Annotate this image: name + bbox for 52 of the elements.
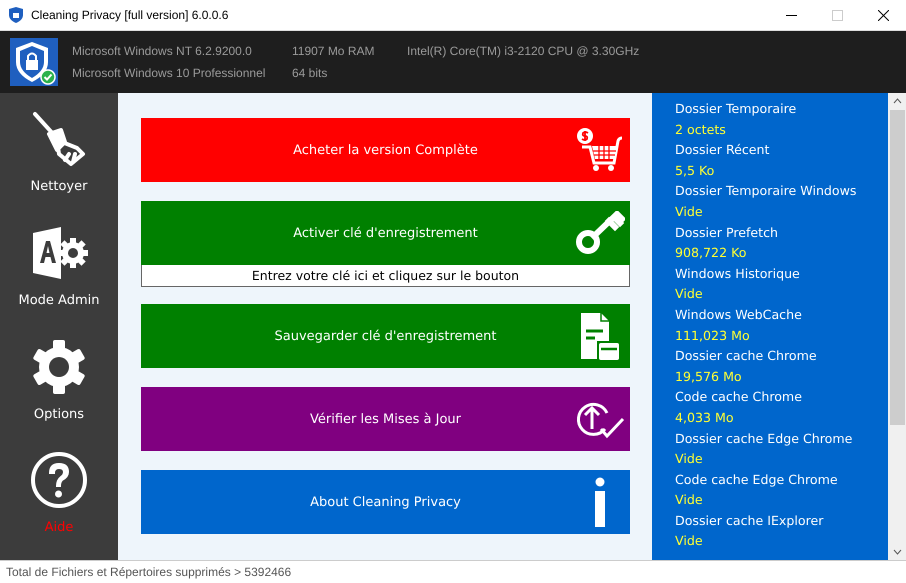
folder-size: Vide — [675, 285, 704, 304]
system-info: 64 bits — [292, 66, 328, 80]
action-button[interactable]: Vérifier les Mises à Jour — [141, 387, 630, 451]
action-button[interactable]: About Cleaning Privacy — [141, 470, 630, 534]
minimize-icon — [786, 14, 796, 16]
folder-name: Windows WebCache — [675, 306, 803, 324]
system-info: 11907 Mo RAM — [292, 44, 376, 58]
window-title: Cleaning Privacy [full version] 6.0.0.6 — [31, 8, 230, 22]
nav-item[interactable]: Options — [0, 332, 118, 446]
nav-item[interactable]: Mode Admin — [0, 218, 118, 332]
folder-name: Dossier Temporaire Windows — [675, 182, 858, 200]
folder-name: Code cache Edge Chrome — [675, 470, 839, 489]
system-info: Intel(R) Core(TM) i3-2120 CPU @ 3.30GHz — [407, 44, 640, 58]
key-icon — [575, 211, 625, 255]
maximize-icon — [832, 10, 842, 20]
close-icon — [878, 10, 888, 20]
help-icon — [30, 451, 88, 510]
folder-size: 19,576 Mo — [675, 368, 743, 386]
settings-icon — [31, 338, 87, 394]
folder-name: Dossier cache Chrome — [675, 347, 818, 366]
folder-name: Dossier cache Edge Chrome — [675, 430, 854, 448]
folder-name: Dossier Prefetch — [675, 224, 780, 242]
folder-size: 2 octets — [675, 120, 727, 139]
action-button[interactable]: Sauvegarder clé d'enregistrement — [141, 304, 630, 368]
folder-name: Dossier Récent — [675, 141, 770, 160]
nav-item[interactable]: Nettoyer — [0, 105, 118, 219]
cart-icon — [576, 127, 624, 173]
folder-name: Dossier Temporaire — [675, 100, 798, 118]
info-icon — [593, 477, 607, 527]
folder-size: 908,722 Ko — [675, 244, 748, 262]
folder-size: Vide — [675, 491, 704, 510]
document-icon — [579, 311, 621, 361]
folder-name: Dossier cache IExplorer — [675, 512, 824, 530]
folder-size: 111,023 Mo — [675, 326, 751, 345]
shield-icon — [9, 7, 23, 23]
folder-size: Vide — [675, 532, 704, 550]
scrollbar-thumb[interactable] — [890, 110, 904, 425]
folder-size: 4,033 Mo — [675, 408, 735, 427]
action-button[interactable]: Acheter la version Complète — [141, 118, 630, 182]
status-text: Total de Fichiers et Répertoires supprimés > 5392466 — [6, 565, 292, 579]
scrollbar[interactable] — [888, 93, 906, 560]
folder-name: Windows Historique — [675, 264, 801, 283]
system-info: Microsoft Windows NT 6.2.9200.0 — [72, 44, 253, 58]
key-input-field[interactable]: Entrez votre clé ici et cliquez sur le bouton — [141, 265, 630, 287]
folder-size: Vide — [675, 450, 704, 468]
shield-lock-icon — [10, 38, 58, 86]
broom-icon — [31, 110, 87, 168]
system-info: Microsoft Windows 10 Professionnel — [72, 66, 266, 80]
folder-size: 5,5 Ko — [675, 162, 716, 180]
folder-size: Vide — [675, 202, 704, 221]
folder-name: Code cache Chrome — [675, 388, 803, 406]
action-button[interactable]: Activer clé d'enregistrement — [141, 201, 630, 265]
